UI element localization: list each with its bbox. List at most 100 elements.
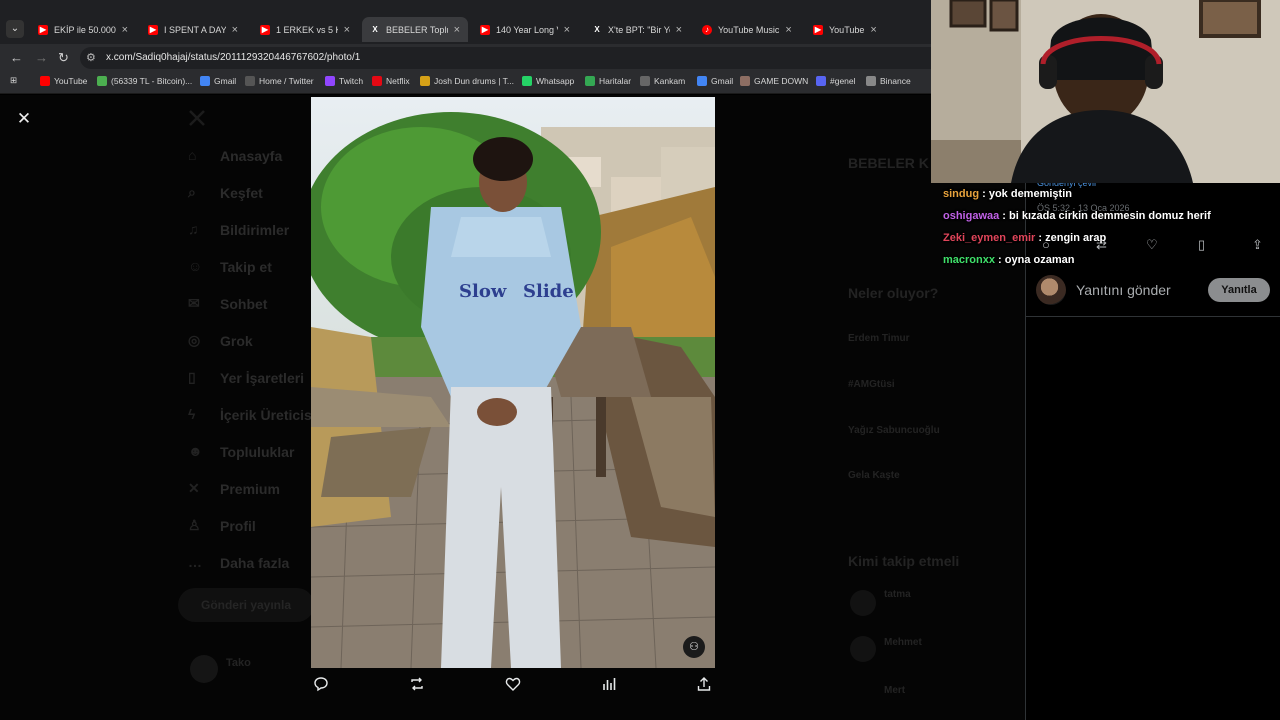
sidebar-item-label: Anasayfa (220, 148, 283, 164)
bookmark-item[interactable]: Binance (866, 76, 911, 86)
bookmark-item[interactable]: YouTube (40, 76, 87, 86)
reply-icon[interactable] (311, 676, 331, 696)
browser-tab[interactable]: X BEBELER Topluluk × (362, 17, 468, 42)
sidebar-item[interactable]: … Daha fazla (188, 554, 289, 572)
bookmark-item[interactable]: Josh Dun drums | T... (420, 76, 514, 86)
share-icon[interactable] (694, 676, 714, 696)
forward-icon[interactable]: → (35, 51, 48, 65)
home-icon: ⌂ (188, 147, 197, 163)
sidebar-item[interactable]: ⌂ Anasayfa (188, 147, 282, 165)
bookmark-label: GAME DOWN (754, 76, 809, 86)
tab-close-icon[interactable]: × (676, 24, 682, 36)
suggestion-name[interactable]: tatma (884, 589, 911, 600)
sidebar-item[interactable]: ⌕ Keşfet (188, 184, 263, 202)
repost-icon[interactable] (407, 676, 427, 696)
bookmark-label: #genel (830, 76, 856, 86)
tab-title: I SPENT A DAY W (164, 25, 226, 35)
apps-grid-icon[interactable]: ⊞ (10, 75, 17, 86)
site-info-icon[interactable]: ⚙ (86, 51, 96, 64)
browser-tab[interactable]: ▶ YouTube × (805, 19, 909, 41)
bookmark-item[interactable]: Twitch (325, 76, 363, 86)
browser-tab[interactable]: ▶ 140 Year Long Vid × (472, 19, 578, 41)
sidebar-item[interactable]: ϟ İçerik Üreticis (188, 406, 312, 424)
sidebar-item-label: Bildirimler (220, 222, 290, 238)
sidebar-item-label: Premium (220, 481, 280, 497)
bookmarks-bar: ⊞ YouTube (56339 TL - Bitcoin)... Gmail Hom… (0, 72, 932, 94)
bookmark-item[interactable]: Gmail (200, 76, 236, 86)
bookmark-item[interactable]: Gmail (697, 76, 733, 86)
suggestion-name[interactable]: Mehmet (884, 637, 922, 648)
browser-toolbar: ← → ↻ ⚙ x.com/Sadiq0hajaj/status/2011129… (0, 44, 932, 72)
trend-item[interactable]: Erdem Timur (848, 333, 910, 344)
tab-title: YouTube (829, 25, 865, 35)
sidebar-item[interactable]: ▯ Yer İşaretleri (188, 369, 304, 387)
tab-title: 140 Year Long Vid (496, 25, 558, 35)
tab-search-button[interactable]: ⌄ (6, 20, 24, 38)
post-button[interactable]: Gönderi yayınla (178, 588, 314, 622)
browser-tab[interactable]: ▶ 1 ERKEK vs 5 KAD × (252, 19, 358, 41)
reply-button[interactable]: Yanıtla (1208, 278, 1270, 302)
sidebar-item[interactable]: ✕ Premium (188, 480, 280, 498)
bookmark-item[interactable]: Home / Twitter (245, 76, 314, 86)
bookmark-item[interactable]: #genel (816, 76, 856, 86)
browser-tab[interactable]: ▶ I SPENT A DAY W × (140, 19, 246, 41)
sidebar-item[interactable]: ☻ Topluluklar (188, 443, 294, 461)
tab-close-icon[interactable]: × (232, 24, 238, 36)
bookmark-item[interactable]: GAME DOWN (740, 76, 808, 86)
youtube-icon: ▶ (38, 25, 48, 35)
x-icon: ✕ (188, 480, 200, 496)
follow-icon: ☺ (188, 258, 203, 274)
chat-username: sindug (943, 188, 980, 200)
trend-item[interactable]: #AMGtüsi (848, 379, 895, 390)
bookmark-label: Whatsapp (536, 76, 575, 86)
sidebar-item[interactable]: ♙ Profil (188, 517, 256, 535)
like-icon[interactable] (503, 676, 523, 696)
person-icon: ♙ (188, 517, 201, 533)
browser-tab[interactable]: X X'te BPT: "Bir You × (584, 19, 690, 41)
sidebar-item-label: İçerik Üreticis (220, 407, 312, 423)
bookmark-item[interactable]: Haritalar (585, 76, 631, 86)
bookmark-label: (56339 TL - Bitcoin)... (111, 76, 193, 86)
sidebar-item[interactable]: ✉ Sohbet (188, 295, 267, 313)
reply-input[interactable]: Yanıtını gönder (1076, 282, 1171, 298)
tab-close-icon[interactable]: × (122, 24, 128, 36)
post-photo[interactable]: Slow Slide ⚇ (311, 97, 715, 668)
bookmark-label: Netflix (386, 76, 410, 86)
webcam-image (931, 0, 1280, 183)
browser-tab[interactable]: ▶ EKİP ile 50.000TL × (30, 19, 136, 41)
views-icon[interactable] (599, 676, 619, 696)
tab-close-icon[interactable]: × (344, 24, 350, 36)
tab-close-icon[interactable]: × (564, 24, 570, 36)
bookmark-item[interactable]: Whatsapp (522, 76, 574, 86)
browser-tab[interactable]: ♪ YouTube Music × (694, 19, 800, 41)
bookmark-favicon-icon (522, 76, 532, 86)
stream-chat: sindug : yok dememiştin oshigawaa : bi kı… (943, 188, 1278, 276)
tab-close-icon[interactable]: × (870, 24, 876, 36)
trend-item[interactable]: Gela Kaşte (848, 470, 900, 481)
sidebar-item[interactable]: ☺ Takip et (188, 258, 272, 276)
chat-message: macronxx : oyna ozaman (943, 254, 1278, 276)
bookmark-item[interactable]: (56339 TL - Bitcoin)... (97, 76, 192, 86)
sidebar-item-label: Profil (220, 518, 256, 534)
bookmark-favicon-icon (640, 76, 650, 86)
bookmark-favicon-icon (866, 76, 876, 86)
back-icon[interactable]: ← (10, 51, 23, 65)
bookmark-favicon-icon (420, 76, 430, 86)
bookmark-favicon-icon (585, 76, 595, 86)
reload-icon[interactable]: ↻ (58, 51, 69, 65)
trend-item[interactable]: Yağız Sabuncuoğlu (848, 425, 940, 436)
bookmark-item[interactable]: Kankam (640, 76, 685, 86)
sidebar-item[interactable]: ♫ Bildirimler (188, 221, 289, 239)
account-avatar[interactable] (190, 655, 218, 683)
bookmark-item[interactable]: Netflix (372, 76, 410, 86)
sidebar-item[interactable]: ◎ Grok (188, 332, 253, 350)
image-options-icon[interactable]: ⚇ (683, 636, 705, 658)
close-icon[interactable]: ✕ (15, 110, 33, 128)
svg-text:Slide: Slide (523, 281, 574, 302)
tab-close-icon[interactable]: × (454, 24, 460, 36)
tab-close-icon[interactable]: × (785, 24, 791, 36)
address-bar[interactable]: ⚙ x.com/Sadiq0hajaj/status/2011129320446… (80, 47, 932, 69)
people-icon: ☻ (188, 443, 203, 459)
bookmark-label: YouTube (54, 76, 88, 86)
suggestion-name[interactable]: Mert (884, 685, 905, 696)
